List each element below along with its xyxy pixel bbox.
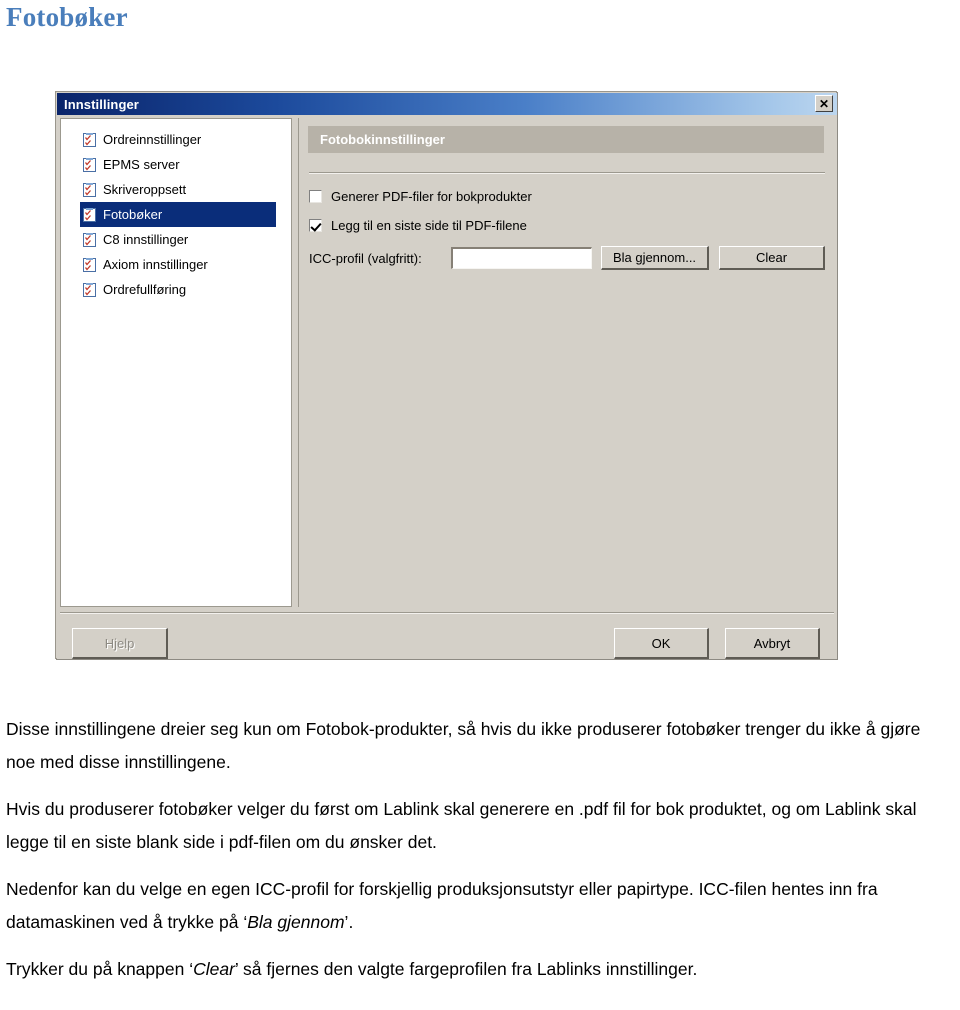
tree-item-label: C8 innstillinger [103, 232, 189, 247]
checklist-icon [83, 182, 96, 197]
paragraph-4: Trykker du på knappen ‘Clear’ så fjernes… [6, 953, 938, 986]
tree-item-fotoboker[interactable]: Fotobøker [80, 202, 276, 227]
dialog-body: Ordreinnstillinger EPMS server Skriverop… [57, 115, 837, 659]
add-last-page-checkbox[interactable] [309, 219, 322, 232]
paragraph-1: Disse innstillingene dreier seg kun om F… [6, 719, 921, 772]
page-title: Fotobøker [6, 2, 128, 32]
tree-item-epms-server[interactable]: EPMS server [61, 152, 291, 177]
paragraph-3-tail: . [348, 912, 354, 932]
paragraph-4-tail: så fjernes den valgte fargeprofilen fra … [238, 959, 698, 979]
generate-pdf-checkbox[interactable] [309, 190, 322, 203]
panel-header: Fotobokinnstillinger [308, 126, 824, 153]
paragraph-3: Nedenfor kan du velge en egen ICC-profil… [6, 873, 938, 939]
settings-tree-panel[interactable]: Ordreinnstillinger EPMS server Skriverop… [60, 118, 292, 607]
checklist-icon [83, 132, 96, 147]
add-last-page-row[interactable]: Legg til en siste side til PDF-filene [309, 218, 527, 233]
dialog-title: Innstillinger [64, 96, 139, 112]
generate-pdf-label: Generer PDF-filer for bokprodukter [331, 189, 532, 204]
dialog-titlebar: Innstillinger ✕ [57, 93, 837, 115]
generate-pdf-row[interactable]: Generer PDF-filer for bokprodukter [309, 189, 532, 204]
checklist-icon [83, 232, 96, 247]
help-button[interactable]: Hjelp [72, 628, 168, 659]
browse-button[interactable]: Bla gjennom... [601, 246, 709, 270]
close-icon[interactable]: ✕ [815, 95, 833, 112]
tree-item-skriveroppsett[interactable]: Skriveroppsett [61, 177, 291, 202]
tree-item-label: Skriveroppsett [103, 182, 187, 197]
footer-divider [60, 612, 834, 614]
checklist-icon [83, 282, 96, 297]
paragraph-3-lead: Nedenfor kan du velge en egen ICC-profil… [6, 879, 878, 932]
icc-profile-label: ICC-profil (valgfritt): [309, 250, 422, 266]
panel-header-label: Fotobokinnstillinger [320, 132, 445, 147]
icc-profile-input[interactable] [451, 247, 592, 269]
settings-dialog-screenshot: Innstillinger ✕ Ordreinnstillinger EPMS … [55, 91, 839, 661]
clear-button[interactable]: Clear [719, 246, 825, 270]
tree-item-label: EPMS server [103, 157, 180, 172]
tree-item-ordreinnstillinger[interactable]: Ordreinnstillinger [61, 127, 291, 152]
checklist-icon [83, 257, 96, 272]
clear-emphasis: Clear [193, 959, 235, 979]
fotobok-settings-panel: Fotobokinnstillinger Generer PDF-filer f… [298, 118, 834, 607]
tree-item-label: Ordreinnstillinger [103, 132, 202, 147]
paragraph-2: Hvis du produserer fotobøker velger du f… [6, 799, 917, 852]
paragraph-4-lead: Trykker du på knappen [6, 959, 190, 979]
checklist-icon [83, 207, 96, 222]
tree-item-label: Fotobøker [103, 207, 163, 222]
tree-item-c8-innstillinger[interactable]: C8 innstillinger [61, 227, 291, 252]
cancel-button[interactable]: Avbryt [725, 628, 820, 659]
browse-emphasis: Bla gjennom [247, 912, 345, 932]
settings-dialog: Innstillinger ✕ Ordreinnstillinger EPMS … [55, 91, 837, 659]
add-last-page-label: Legg til en siste side til PDF-filene [331, 218, 527, 233]
tree-item-label: Ordrefullføring [103, 282, 187, 297]
body-copy: Disse innstillingene dreier seg kun om F… [6, 713, 938, 986]
panel-divider [309, 172, 825, 174]
tree-item-axiom-innstillinger[interactable]: Axiom innstillinger [61, 252, 291, 277]
ok-button[interactable]: OK [614, 628, 709, 659]
tree-item-ordrefullforing[interactable]: Ordrefullføring [61, 277, 291, 302]
tree-item-label: Axiom innstillinger [103, 257, 208, 272]
checklist-icon [83, 157, 96, 172]
